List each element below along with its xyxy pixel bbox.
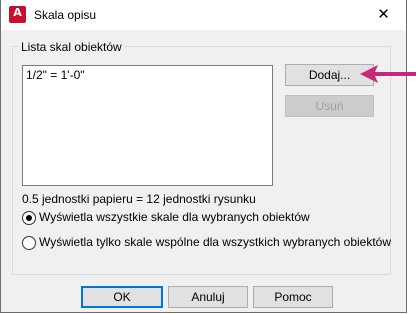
ok-button[interactable]: OK [81,286,163,308]
radio-label-show-common: Wyświetla tylko skale wspólne dla wszyst… [39,235,392,249]
title-bar: A Skala opisu ✕ [1,0,406,30]
radio-button[interactable] [22,236,36,250]
close-button[interactable]: ✕ [361,0,406,30]
annotation-arrow-icon [360,65,416,83]
app-icon-letter: A [13,6,22,19]
window-title: Skala opisu [34,8,97,22]
radio-label-show-all: Wyświetla wszystkie skale dla wybranych … [39,210,310,224]
dialog-window: A Skala opisu ✕ Lista skal obiektów 1/2"… [0,0,407,313]
help-button[interactable]: Pomoc [253,286,333,308]
autocad-app-icon: A [9,6,26,23]
group-legend: Lista skal obiektów [19,40,124,54]
close-icon: ✕ [377,6,390,23]
scale-listbox[interactable]: 1/2" = 1'-0" [22,65,273,186]
list-item[interactable]: 1/2" = 1'-0" [26,68,85,82]
cancel-button[interactable]: Anuluj [168,286,248,308]
remove-button[interactable]: Usuń [285,95,374,117]
scale-ratio-text: 0.5 jednostki papieru = 12 jednostki rys… [22,192,256,206]
radio-dot [26,215,32,221]
radio-button-selected[interactable] [22,211,36,225]
